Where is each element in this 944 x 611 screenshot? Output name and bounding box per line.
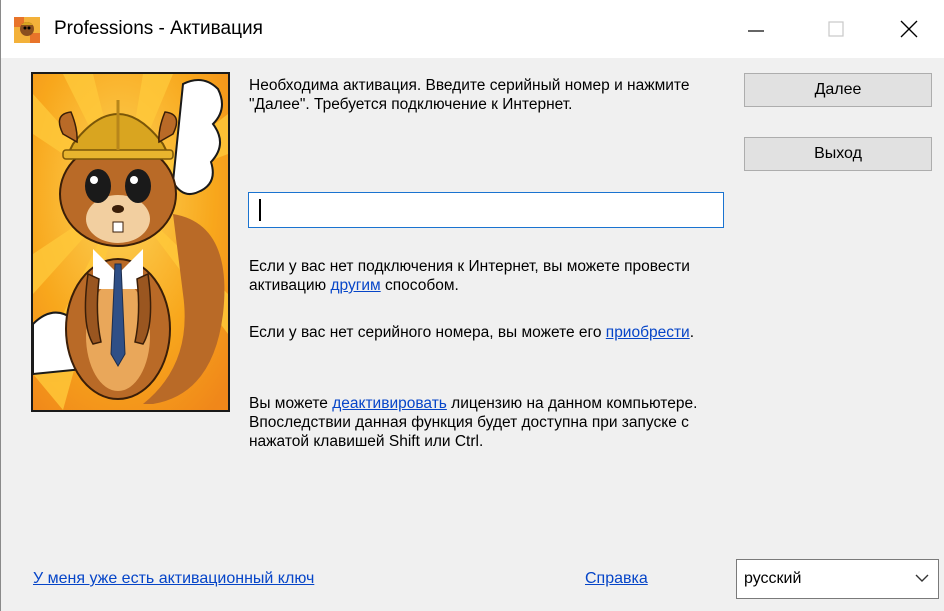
exit-button[interactable]: Выход (744, 137, 932, 171)
deactivate-text: Вы можете деактивировать лицензию на дан… (249, 394, 729, 451)
other-method-link[interactable]: другим (330, 277, 380, 294)
next-button[interactable]: Далее (744, 73, 932, 107)
purchase-link[interactable]: приобрести (606, 324, 690, 341)
no-serial-text-before: Если у вас нет серийного номера, вы може… (249, 324, 606, 341)
activation-window: Professions - Активация Необходима актив… (0, 0, 944, 611)
serial-number-input[interactable] (248, 192, 724, 228)
no-internet-text: Если у вас нет подключения к Интернет, в… (249, 257, 719, 295)
deactivate-text-before: Вы можете (249, 395, 333, 412)
no-serial-text: Если у вас нет серийного номера, вы може… (249, 323, 719, 342)
language-selected-value: русский (744, 570, 802, 587)
minimize-button[interactable] (721, 0, 791, 58)
text-caret (259, 199, 261, 221)
no-serial-text-after: . (689, 324, 695, 341)
no-internet-text-before: Если у вас нет подключения к Интернет, в… (249, 258, 690, 294)
close-icon (900, 20, 918, 38)
maximize-button[interactable] (801, 0, 871, 58)
close-button[interactable] (874, 0, 944, 58)
intro-text: Необходима активация. Введите серийный н… (249, 77, 690, 113)
minimize-icon (748, 30, 764, 32)
language-select[interactable]: русский (736, 559, 939, 599)
window-title: Professions - Активация (54, 18, 263, 39)
chevron-down-icon (915, 574, 929, 582)
title-bar[interactable]: Professions - Активация (1, 0, 944, 58)
maximize-icon (828, 21, 844, 37)
squirrel-illustration (31, 72, 230, 412)
help-link[interactable]: Справка (585, 568, 648, 590)
squirrel-app-icon (14, 17, 40, 43)
have-activation-key-link[interactable]: У меня уже есть активационный ключ (33, 568, 314, 590)
deactivate-link[interactable]: деактивировать (332, 395, 447, 412)
no-internet-text-after: способом. (380, 277, 459, 294)
